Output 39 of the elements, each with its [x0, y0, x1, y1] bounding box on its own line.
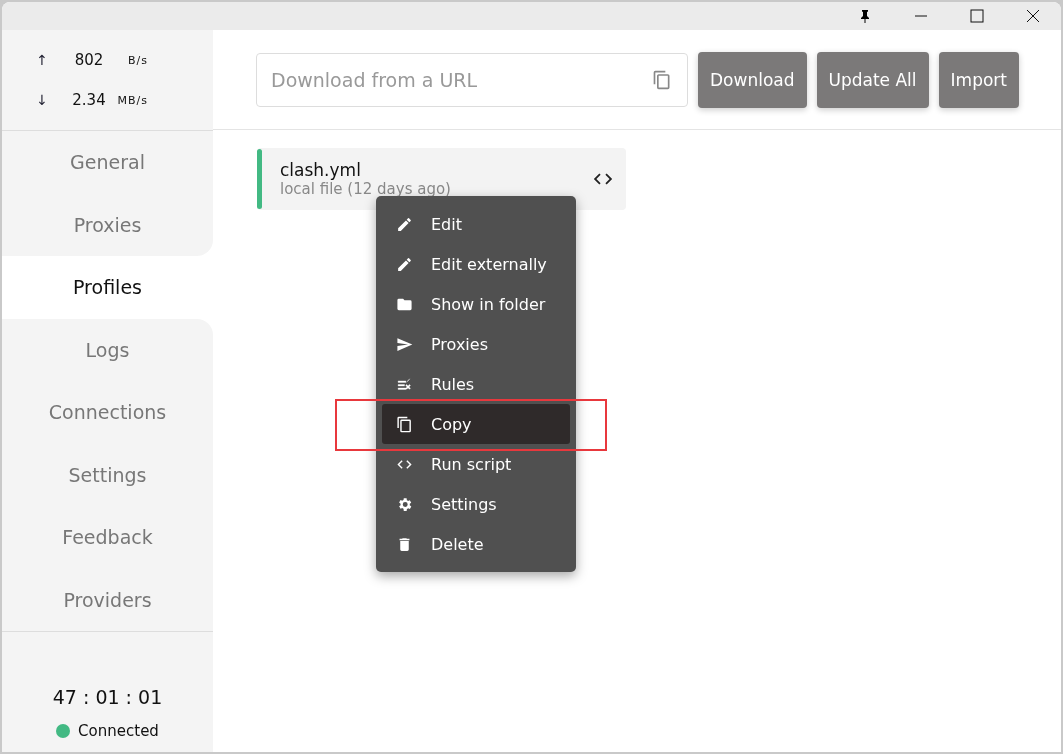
- pencil-icon: [396, 215, 413, 233]
- connection-status: Connected: [78, 722, 159, 740]
- maximize-icon[interactable]: [970, 9, 984, 23]
- menu-item[interactable]: Run script: [382, 444, 570, 484]
- menu-item[interactable]: Edit externally: [382, 244, 570, 284]
- nav-item[interactable]: Feedback: [2, 506, 213, 569]
- settings-icon: [396, 495, 413, 513]
- menu-item[interactable]: Copy: [382, 404, 570, 444]
- toolbar-button[interactable]: Download: [698, 51, 807, 108]
- pencil-icon: [396, 255, 413, 273]
- menu-item[interactable]: Settings: [382, 484, 570, 524]
- toolbar-button[interactable]: Import: [938, 51, 1019, 108]
- copy-icon[interactable]: [652, 68, 672, 91]
- profile-name: clash.yml: [280, 160, 362, 180]
- speed-value: 2.34: [72, 91, 106, 109]
- list-icon: [396, 375, 413, 393]
- speed-value: 802: [74, 51, 104, 69]
- menu-item[interactable]: Rules: [382, 364, 570, 404]
- speed-arrow: ↑: [36, 52, 49, 68]
- menu-item[interactable]: Show in folder: [382, 284, 570, 324]
- speed-unit: B/s: [128, 53, 149, 67]
- nav-item[interactable]: Settings: [2, 443, 213, 506]
- nav-item[interactable]: Providers: [2, 568, 213, 631]
- speed-arrow: ↓: [36, 92, 49, 108]
- menu-item[interactable]: Delete: [382, 524, 570, 564]
- profile-subtitle: local file (12 days ago): [280, 180, 452, 198]
- nav-item[interactable]: Connections: [2, 381, 213, 444]
- close-icon[interactable]: [1026, 9, 1040, 23]
- nav-item[interactable]: Logs: [2, 318, 213, 381]
- nav-item[interactable]: General: [2, 131, 213, 194]
- send-icon: [396, 335, 413, 353]
- uptime-timer: 47 : 01 : 01: [52, 686, 163, 708]
- copy-icon: [396, 415, 413, 433]
- speed-unit: MB/s: [117, 93, 149, 107]
- url-field[interactable]: Download from a URL: [256, 52, 688, 107]
- menu-item[interactable]: Proxies: [382, 324, 570, 364]
- toolbar-button[interactable]: Update All: [816, 51, 929, 108]
- nav-item[interactable]: Proxies: [2, 193, 213, 256]
- pin-icon[interactable]: [858, 9, 872, 23]
